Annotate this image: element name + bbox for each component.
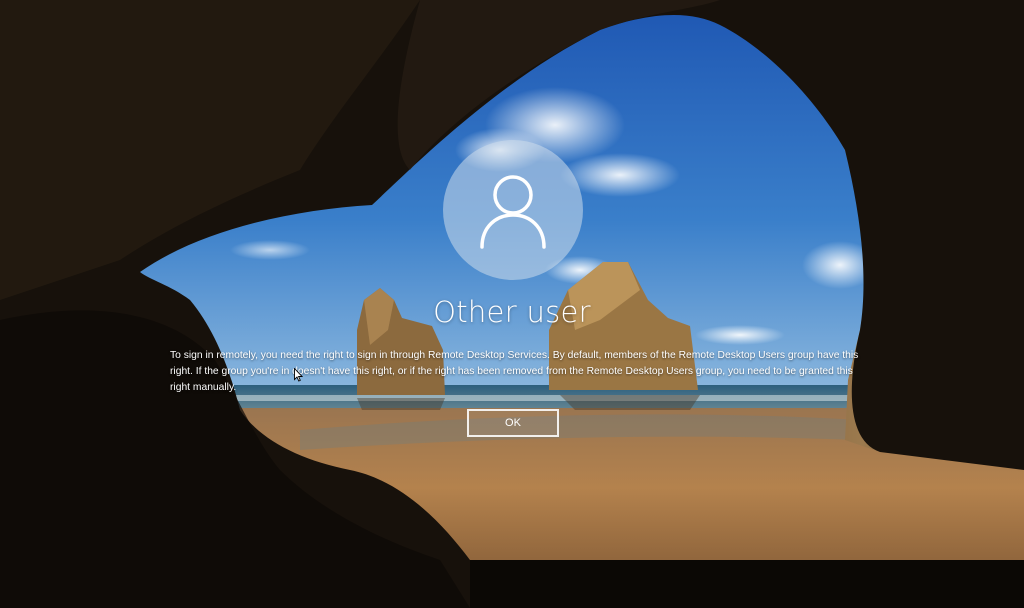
- user-silhouette-icon: [480, 175, 546, 249]
- user-avatar: [443, 140, 583, 280]
- ok-button[interactable]: OK: [467, 409, 559, 437]
- user-name: Other user: [433, 295, 591, 329]
- remote-desktop-rights-message: To sign in remotely, you need the right …: [170, 350, 859, 393]
- windows-lock-screen: Other user To sign in remotely, you need…: [0, 0, 1024, 608]
- mouse-pointer-icon: [294, 368, 303, 382]
